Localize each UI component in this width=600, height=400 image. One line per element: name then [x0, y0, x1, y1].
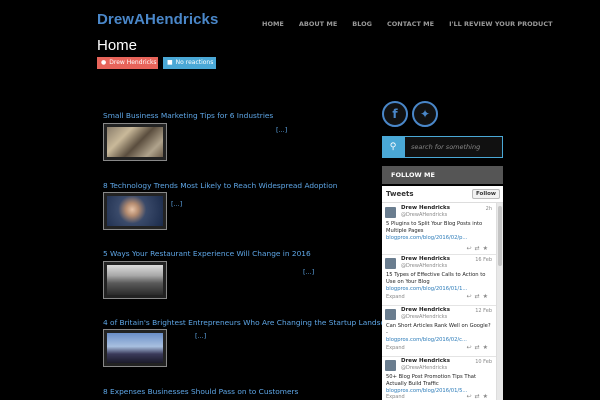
tweets-title: Tweets	[386, 190, 414, 198]
post-title-link[interactable]: Small Business Marketing Tips for 6 Indu…	[103, 111, 273, 120]
author-badge[interactable]: ● Drew Hendricks	[97, 57, 158, 69]
post-title-link[interactable]: 5 Ways Your Restaurant Experience Will C…	[103, 249, 311, 258]
post-title-link[interactable]: 8 Expenses Businesses Should Pass on to …	[103, 387, 298, 396]
tweet-actions[interactable]: ↩⇄★	[467, 293, 491, 300]
search-box: ⚲	[382, 136, 503, 158]
avatar[interactable]	[385, 360, 396, 371]
tweets-header: Tweets Follow	[382, 186, 503, 203]
tweet-actions[interactable]: ↩⇄★	[467, 245, 491, 252]
post-thumbnail[interactable]	[103, 261, 167, 299]
main-nav: HOME ABOUT ME BLOG CONTACT ME I'LL REVIE…	[262, 20, 553, 28]
tweet-item[interactable]: Drew Hendricks @DrewAHendricks 10 Feb 50…	[382, 358, 503, 400]
comments-count: No reactions	[175, 59, 214, 66]
tweet-author[interactable]: Drew Hendricks	[401, 256, 450, 262]
comments-badge[interactable]: ■ No reactions	[163, 57, 216, 69]
tweet-link[interactable]: blogpros.com/blog/2016/01/5...	[386, 388, 467, 394]
tweet-item[interactable]: Drew Hendricks @DrewAHendricks 12 Feb Ca…	[382, 307, 503, 357]
tweet-body: 5 Plugins to Split Your Blog Posts into …	[386, 221, 483, 234]
tweet-text: 50+ Blog Post Promotion Tips That Actual…	[386, 374, 492, 394]
comment-icon: ■	[167, 59, 173, 66]
avatar[interactable]	[385, 309, 396, 320]
post-item: 8 Expenses Businesses Should Pass on to …	[103, 387, 298, 396]
avatar[interactable]	[385, 258, 396, 269]
tweet-expand[interactable]: Expand	[386, 394, 405, 400]
post-item: 8 Technology Trends Most Likely to Reach…	[103, 181, 337, 190]
tweets-scrollbar[interactable]	[496, 203, 503, 400]
nav-contact-me[interactable]: CONTACT ME	[387, 20, 434, 28]
tweet-actions[interactable]: ↩⇄★	[467, 344, 491, 351]
tweet-body: Can Short Articles Rank Well on Google? …	[386, 323, 491, 336]
tweet-date[interactable]: 2h	[486, 206, 492, 212]
tweet-author[interactable]: Drew Hendricks	[401, 307, 450, 313]
tweet-date[interactable]: 12 Feb	[475, 308, 492, 314]
author-name: Drew Hendricks	[109, 59, 157, 66]
read-more-link[interactable]: [...]	[303, 268, 314, 276]
user-icon: ●	[101, 59, 107, 66]
tweet-handle[interactable]: @DrewAHendricks	[401, 365, 447, 371]
page-title: Home	[97, 37, 138, 54]
nav-blog[interactable]: BLOG	[352, 20, 372, 28]
follow-button[interactable]: Follow	[472, 189, 500, 199]
tweet-handle[interactable]: @DrewAHendricks	[401, 263, 447, 269]
post-item: 5 Ways Your Restaurant Experience Will C…	[103, 249, 311, 258]
scrollbar-thumb[interactable]	[498, 206, 502, 266]
post-title-link[interactable]: 8 Technology Trends Most Likely to Reach…	[103, 181, 337, 190]
tweet-handle[interactable]: @DrewAHendricks	[401, 212, 447, 218]
tweet-expand[interactable]: Expand	[386, 345, 405, 351]
avatar[interactable]	[385, 207, 396, 218]
post-item: 4 of Britain's Brightest Entrepreneurs W…	[103, 318, 398, 327]
tweet-date[interactable]: 16 Feb	[475, 257, 492, 263]
follow-button-label: Follow	[476, 191, 496, 197]
post-thumbnail[interactable]	[103, 123, 167, 161]
tweet-body: 50+ Blog Post Promotion Tips That Actual…	[386, 374, 477, 387]
tweet-author[interactable]: Drew Hendricks	[401, 358, 450, 364]
nav-home[interactable]: HOME	[262, 20, 284, 28]
search-input[interactable]	[404, 136, 503, 158]
tweet-text: 15 Types of Effective Calls to Action to…	[386, 272, 492, 292]
read-more-link[interactable]: [...]	[195, 332, 206, 340]
tweet-link[interactable]: blogpros.com/blog/2016/02/c...	[386, 337, 467, 343]
tweet-text: 5 Plugins to Split Your Blog Posts into …	[386, 221, 492, 241]
tweet-handle[interactable]: @DrewAHendricks	[401, 314, 447, 320]
tweet-link[interactable]: blogpros.com/blog/2016/02/p...	[386, 235, 467, 241]
post-thumbnail[interactable]	[103, 329, 167, 367]
read-more-link[interactable]: [...]	[276, 126, 287, 134]
nav-review-product[interactable]: I'LL REVIEW YOUR PRODUCT	[449, 20, 552, 28]
follow-me-heading: FOLLOW ME	[382, 166, 503, 184]
tweet-date[interactable]: 10 Feb	[475, 359, 492, 365]
twitter-icon[interactable]: ✦	[412, 101, 438, 127]
tweet-item[interactable]: Drew Hendricks @DrewAHendricks 16 Feb 15…	[382, 256, 503, 306]
tweet-expand[interactable]: Expand	[386, 294, 405, 300]
tweet-link[interactable]: blogpros.com/blog/2016/01/1...	[386, 286, 467, 292]
tweet-item[interactable]: Drew Hendricks @DrewAHendricks 2h 5 Plug…	[382, 205, 503, 255]
read-more-link[interactable]: [...]	[171, 200, 182, 208]
search-icon[interactable]: ⚲	[382, 136, 404, 158]
tweet-body: 15 Types of Effective Calls to Action to…	[386, 272, 486, 285]
tweet-text: Can Short Articles Rank Well on Google? …	[386, 323, 492, 343]
post-title-link[interactable]: 4 of Britain's Brightest Entrepreneurs W…	[103, 318, 398, 327]
nav-about-me[interactable]: ABOUT ME	[299, 20, 337, 28]
post-item: Small Business Marketing Tips for 6 Indu…	[103, 111, 273, 120]
twitter-timeline: Tweets Follow Drew Hendricks @DrewAHendr…	[382, 186, 503, 400]
tweet-actions[interactable]: ↩⇄★	[467, 393, 491, 400]
facebook-icon[interactable]: f	[382, 101, 408, 127]
post-thumbnail[interactable]	[103, 192, 167, 230]
tweet-author[interactable]: Drew Hendricks	[401, 205, 450, 211]
site-logo[interactable]: DrewAHendricks	[97, 11, 218, 28]
